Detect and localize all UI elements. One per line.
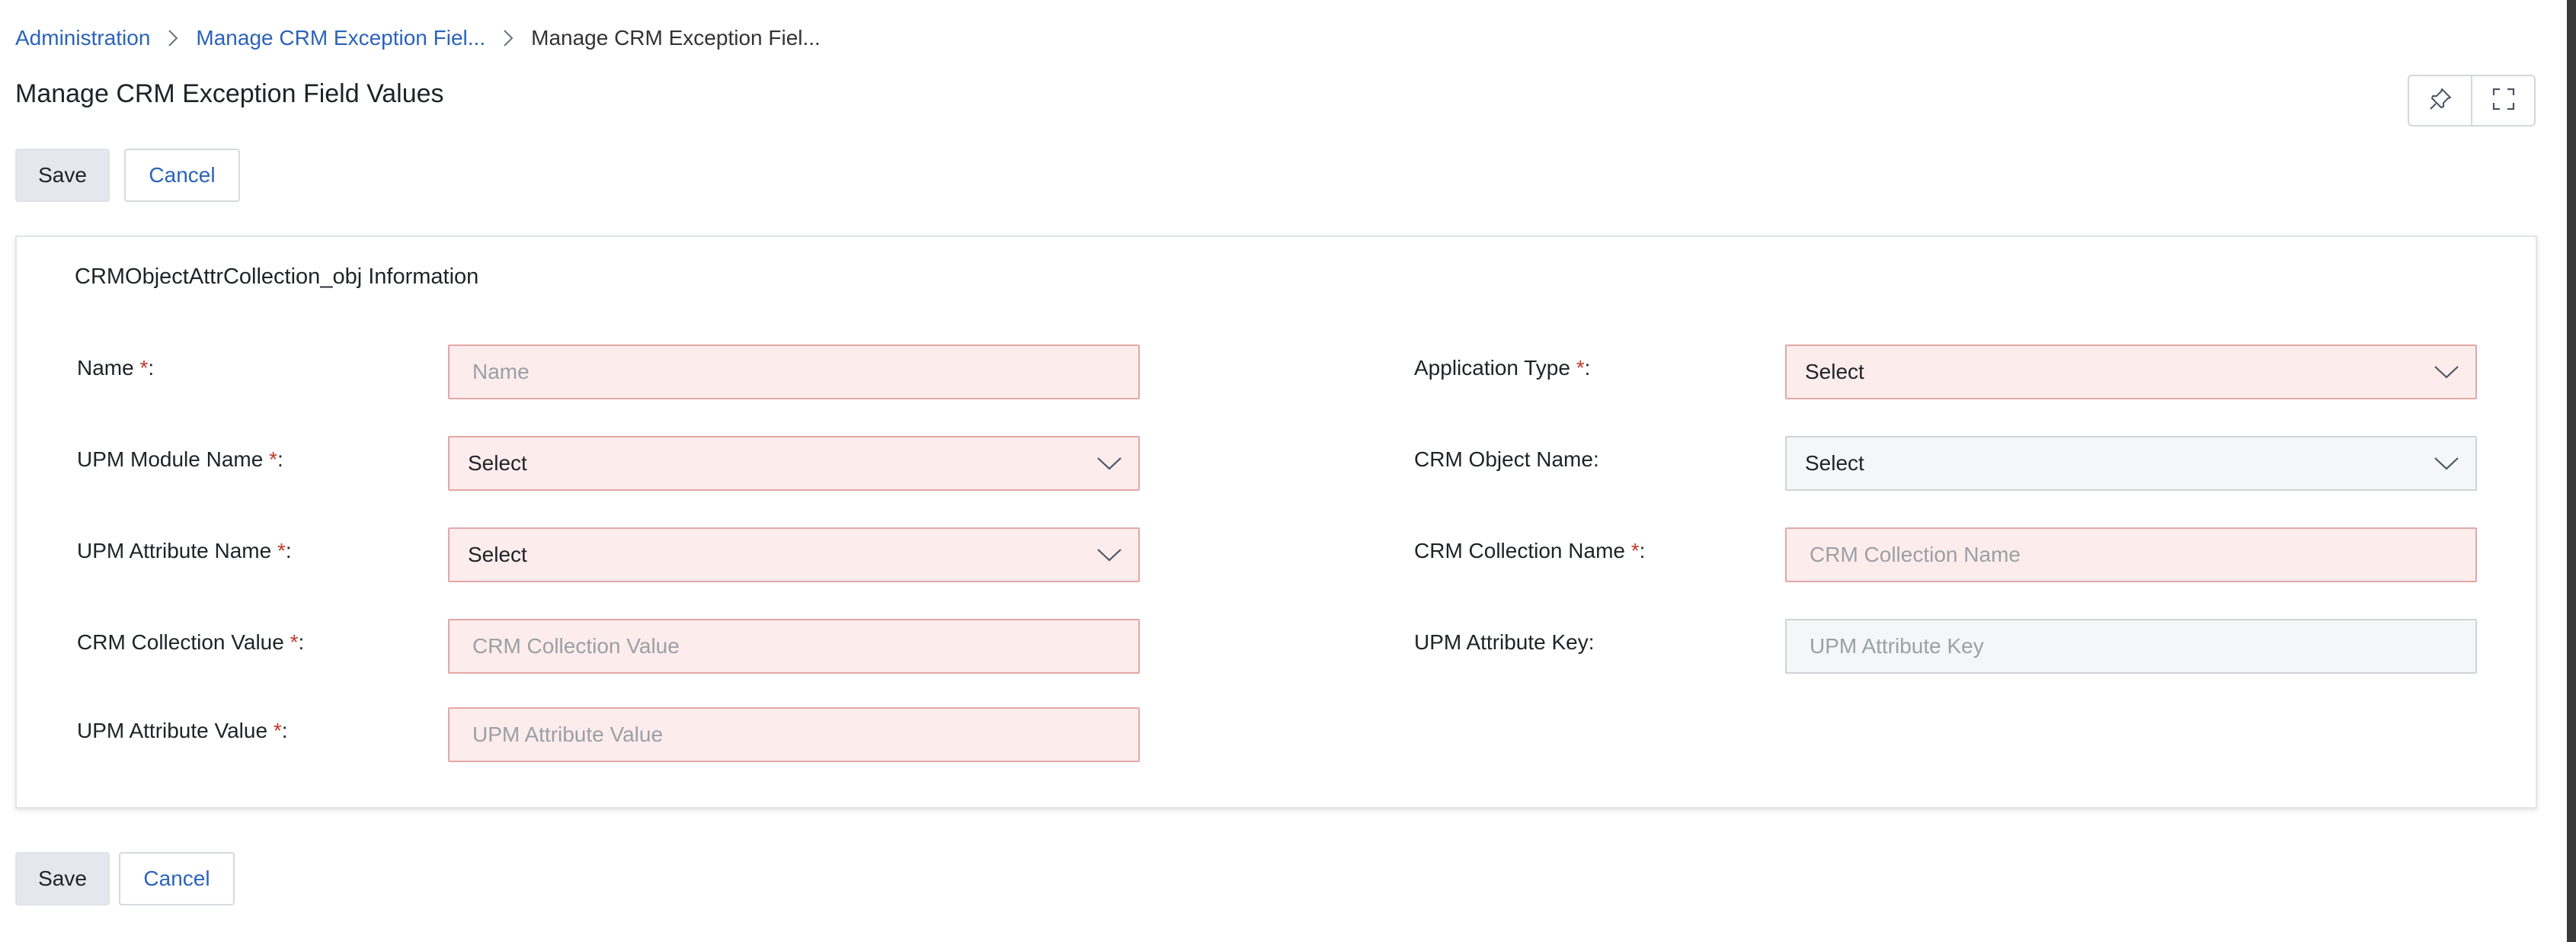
breadcrumb-manage-crm-exception-fields[interactable]: Manage CRM Exception Fiel... bbox=[196, 26, 485, 50]
chevron-down-icon bbox=[2434, 366, 2459, 379]
save-button-bottom[interactable]: Save bbox=[15, 852, 110, 905]
chevron-down-icon bbox=[1097, 457, 1122, 470]
crm-object-name-select[interactable]: Select bbox=[1785, 436, 2477, 491]
upm-attribute-name-select[interactable]: Select bbox=[448, 527, 1140, 582]
breadcrumb-administration[interactable]: Administration bbox=[15, 26, 150, 50]
crm-object-name-value: Select bbox=[1805, 451, 1864, 475]
scrollbar[interactable] bbox=[2567, 0, 2576, 942]
upm-attribute-key-field-wrapper bbox=[1785, 619, 2477, 674]
breadcrumb-current: Manage CRM Exception Fiel... bbox=[531, 26, 821, 50]
required-mark: * bbox=[290, 630, 299, 654]
view-controls bbox=[2408, 75, 2536, 127]
name-label: Name *: bbox=[77, 356, 155, 380]
upm-attribute-value-label: UPM Attribute Value *: bbox=[77, 719, 288, 742]
required-mark: * bbox=[277, 539, 286, 562]
chevron-down-icon bbox=[1097, 549, 1122, 562]
name-field-wrapper bbox=[448, 344, 1140, 399]
crm-collection-value-field-wrapper bbox=[448, 619, 1140, 674]
cancel-button-bottom[interactable]: Cancel bbox=[119, 852, 235, 905]
pin-button[interactable] bbox=[2409, 76, 2471, 125]
crm-object-name-label: CRM Object Name: bbox=[1414, 447, 1599, 471]
application-type-select[interactable]: Select bbox=[1785, 344, 2477, 399]
pin-icon bbox=[2427, 86, 2453, 116]
upm-attribute-value-input[interactable] bbox=[450, 723, 1138, 747]
crm-collection-value-label: CRM Collection Value *: bbox=[77, 630, 305, 654]
required-mark: * bbox=[269, 447, 277, 471]
crm-collection-name-label: CRM Collection Name *: bbox=[1414, 539, 1646, 562]
upm-module-name-label: UPM Module Name *: bbox=[77, 447, 283, 471]
required-mark: * bbox=[273, 719, 282, 742]
fullscreen-button[interactable] bbox=[2471, 76, 2534, 125]
chevron-right-icon bbox=[150, 28, 196, 48]
breadcrumb: Administration Manage CRM Exception Fiel… bbox=[15, 23, 821, 53]
chevron-down-icon bbox=[2434, 457, 2459, 470]
upm-attribute-value-field-wrapper bbox=[448, 707, 1140, 762]
crm-collection-value-input[interactable] bbox=[450, 634, 1138, 658]
application-type-value: Select bbox=[1805, 360, 1864, 383]
required-mark: * bbox=[139, 356, 149, 380]
upm-module-name-select[interactable]: Select bbox=[448, 436, 1140, 491]
crm-collection-name-field-wrapper bbox=[1785, 527, 2477, 582]
chevron-right-icon bbox=[485, 28, 531, 48]
panel-title: CRMObjectAttrCollection_obj Information bbox=[75, 264, 479, 289]
required-mark: * bbox=[1630, 539, 1640, 562]
name-input[interactable] bbox=[450, 360, 1138, 384]
required-mark: * bbox=[1576, 356, 1585, 380]
upm-attribute-key-input[interactable] bbox=[1787, 634, 2475, 658]
page-title: Manage CRM Exception Field Values bbox=[15, 79, 444, 108]
upm-attribute-name-label: UPM Attribute Name *: bbox=[77, 539, 292, 562]
expand-icon bbox=[2491, 86, 2517, 116]
crm-collection-name-input[interactable] bbox=[1787, 543, 2475, 567]
application-type-label: Application Type *: bbox=[1414, 356, 1591, 380]
upm-module-name-value: Select bbox=[468, 451, 527, 475]
upm-attribute-name-value: Select bbox=[468, 543, 527, 566]
cancel-button-top[interactable]: Cancel bbox=[124, 149, 240, 202]
upm-attribute-key-label: UPM Attribute Key: bbox=[1414, 630, 1595, 654]
save-button-top[interactable]: Save bbox=[15, 149, 110, 202]
information-panel: CRMObjectAttrCollection_obj Information … bbox=[15, 236, 2537, 809]
